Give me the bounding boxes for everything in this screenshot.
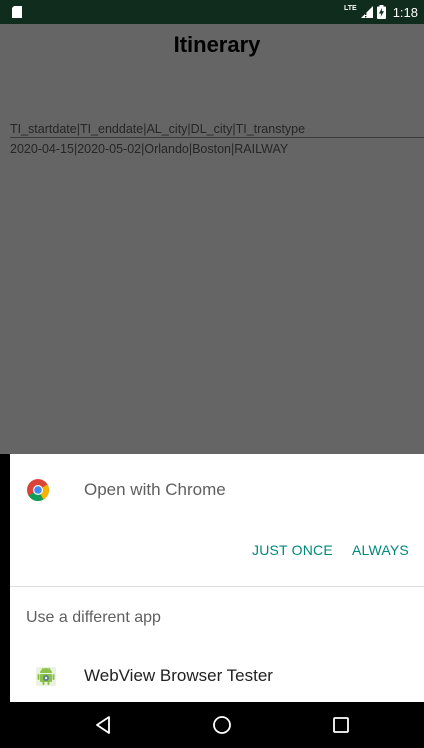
network-type: LTE — [343, 4, 357, 12]
sd-card-icon — [12, 6, 22, 18]
clock: 1:18 — [392, 4, 418, 20]
navigation-bar — [0, 702, 424, 748]
app-content: Itinerary TI_startdate|TI_enddate|AL_cit… — [10, 24, 424, 454]
table-header: TI_startdate|TI_enddate|AL_city|DL_city|… — [10, 121, 424, 138]
status-icons: LTE 1:18 — [344, 0, 418, 24]
use-different-app-label: Use a different app — [26, 609, 161, 626]
android-app-icon — [36, 667, 56, 686]
app-chooser-sheet: Open with Chrome JUST ONCE ALWAYS Use a … — [10, 454, 424, 702]
always-button[interactable]: ALWAYS — [352, 542, 409, 558]
open-with-chrome-row[interactable]: Open with Chrome — [10, 454, 424, 524]
back-icon[interactable] — [91, 713, 115, 737]
table-row: 2020-04-15|2020-05-02|Orlando|Boston|RAI… — [10, 142, 289, 156]
dim-overlay-edge — [0, 24, 10, 454]
home-icon[interactable] — [210, 713, 234, 737]
battery-charging-icon — [376, 5, 386, 19]
page-title: Itinerary — [173, 32, 261, 57]
signal-icon — [360, 6, 373, 18]
webview-browser-tester-label: WebView Browser Tester — [84, 666, 273, 685]
just-once-button[interactable]: JUST ONCE — [252, 542, 333, 558]
open-with-chrome-label: Open with Chrome — [84, 480, 226, 499]
chrome-icon — [27, 479, 49, 501]
status-bar: LTE 1:18 — [0, 0, 424, 24]
webview-browser-tester-item[interactable]: WebView Browser Tester — [10, 654, 424, 698]
recents-icon[interactable] — [329, 713, 353, 737]
divider — [10, 586, 424, 587]
